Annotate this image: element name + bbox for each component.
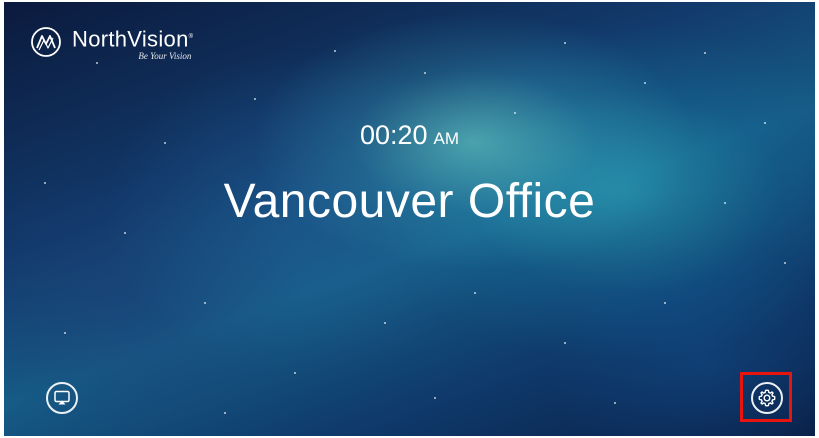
room-name: Vancouver Office bbox=[223, 175, 596, 228]
clock: 00:20 AM bbox=[4, 120, 815, 151]
clock-time: 00:20 bbox=[359, 120, 428, 150]
brand-name: NorthVision® bbox=[72, 26, 194, 52]
brand-logo: NorthVision® Be Your Vision bbox=[30, 24, 193, 61]
clock-ampm: AM bbox=[433, 129, 460, 148]
screen-cast-icon bbox=[54, 390, 70, 405]
brand-tagline: Be Your Vision bbox=[138, 51, 192, 62]
home-screen: NorthVision® Be Your Vision 00:20 AM Vanc… bbox=[4, 2, 815, 436]
screen-share-button[interactable] bbox=[46, 382, 78, 414]
settings-highlight bbox=[740, 372, 792, 422]
northvision-logo-icon bbox=[31, 27, 61, 57]
app-frame: NorthVision® Be Your Vision 00:20 AM Vanc… bbox=[0, 0, 819, 438]
